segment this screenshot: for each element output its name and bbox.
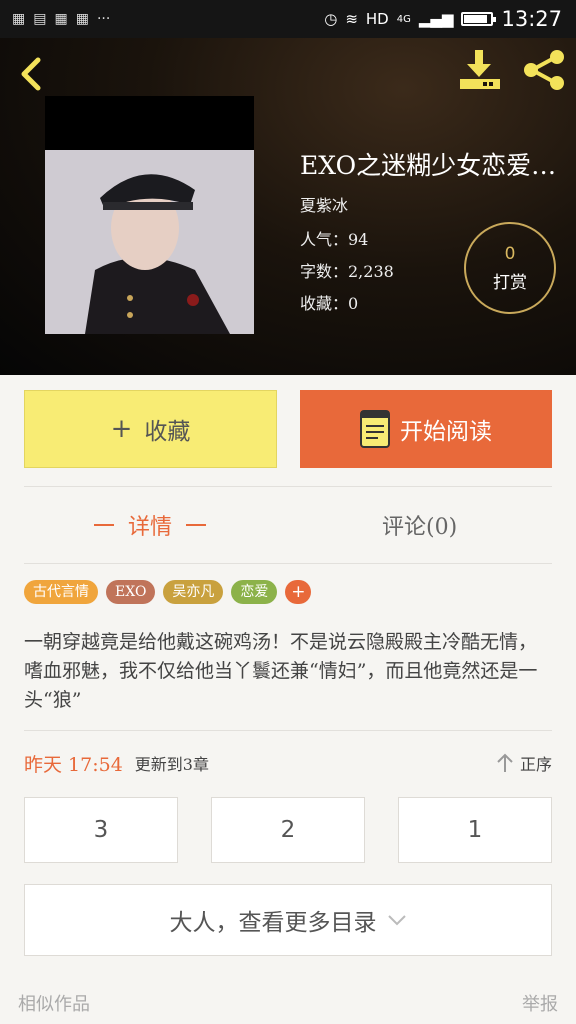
book-cover[interactable] (45, 96, 254, 334)
app-icon: ▦ (54, 11, 68, 27)
tab-indicator-left (94, 524, 114, 526)
message-icon: ▤ (33, 11, 47, 27)
book-intro: 一朝穿越竟是给他戴这碗鸡汤！不是说云隐殿殿主冷酷无情，嗜血邪魅，我不仅给他当丫鬟… (24, 631, 538, 711)
battery-icon (461, 12, 497, 26)
more-notifications-icon: ··· (96, 11, 111, 27)
book-title: EXO之迷糊少女恋爱… (300, 151, 557, 180)
book-popularity: 人气：94 (300, 230, 369, 249)
tip-button[interactable]: 0 打赏 (464, 222, 556, 314)
app-icon: ▦ (75, 11, 89, 27)
report-button[interactable]: 举报 (522, 990, 558, 1016)
book-word-count: 字数：2,238 (300, 262, 394, 281)
tab-detail-label: 详情 (128, 515, 173, 540)
add-favorite-button[interactable]: + 收藏 (24, 390, 277, 468)
similar-works-label: 相似作品 (18, 994, 90, 1015)
app-icon: ▦ (12, 11, 26, 27)
view-more-catalog-button[interactable]: 大人，查看更多目录 (24, 884, 552, 956)
cover-portrait (45, 150, 254, 334)
tag-item[interactable]: 古代言情 (24, 580, 98, 604)
signal-type: 4G (396, 13, 411, 25)
back-button[interactable] (14, 54, 50, 94)
tip-count: 0 (504, 244, 516, 264)
download-button[interactable] (456, 48, 504, 92)
chapter-item[interactable]: 3 (24, 797, 178, 863)
clock: 13:27 (501, 7, 562, 31)
tag-item[interactable]: EXO (106, 580, 156, 604)
book-header: EXO之迷糊少女恋爱… 夏紫冰 人气：94 字数：2,238 收藏：0 0 打赏 (0, 38, 576, 375)
divider (24, 730, 552, 731)
view-more-catalog-label: 大人，查看更多目录 (169, 910, 377, 936)
add-tag-button[interactable]: + (285, 580, 312, 604)
arrow-up-icon (497, 753, 513, 772)
tag-list: 古代言情 EXO 吴亦凡 恋爱 + (24, 580, 312, 604)
update-text: 更新到3章 (134, 755, 209, 774)
chapter-item[interactable]: 1 (398, 797, 552, 863)
plus-icon: + (110, 414, 133, 444)
share-button[interactable] (520, 48, 568, 92)
chapter-item[interactable]: 2 (211, 797, 365, 863)
update-time: 昨天 17:54 (24, 753, 123, 776)
book-favorites: 收藏：0 (300, 294, 359, 313)
favorite-label: 收藏 (144, 419, 191, 445)
share-icon (524, 50, 564, 90)
tab-detail[interactable]: 详情 (94, 500, 207, 550)
sort-order-label: 正序 (519, 755, 552, 774)
update-info: 昨天 17:54 更新到3章 正序 (24, 748, 552, 778)
tab-indicator-right (186, 524, 207, 526)
signal-icon: ▂▄▆ (418, 10, 454, 28)
back-arrow-icon (21, 57, 41, 91)
status-bar: ▦ ▤ ▦ ▦ ··· ◷ ≋ HD 4G ▂▄▆ 13:27 (0, 0, 576, 38)
sort-order-button[interactable]: 正序 (496, 751, 552, 775)
tab-comment[interactable]: 评论(0) (382, 500, 457, 550)
book-author[interactable]: 夏紫冰 (300, 192, 348, 216)
network-label: HD (365, 10, 389, 28)
tag-item[interactable]: 吴亦凡 (163, 580, 224, 604)
start-reading-button[interactable]: 开始阅读 (300, 390, 552, 468)
tab-comment-label: 评论(0) (382, 515, 458, 540)
alarm-icon: ◷ (324, 10, 338, 28)
start-reading-label: 开始阅读 (400, 419, 492, 445)
divider (24, 563, 552, 564)
notification-icons: ▦ ▤ ▦ ▦ ··· (0, 11, 110, 27)
wifi-icon: ≋ (345, 10, 358, 28)
download-icon (460, 50, 500, 89)
cover-image (45, 150, 254, 334)
divider (24, 486, 552, 487)
chevron-down-icon (387, 915, 406, 926)
tip-label: 打赏 (493, 273, 527, 293)
tag-item[interactable]: 恋爱 (231, 580, 278, 604)
book-icon (360, 410, 390, 448)
